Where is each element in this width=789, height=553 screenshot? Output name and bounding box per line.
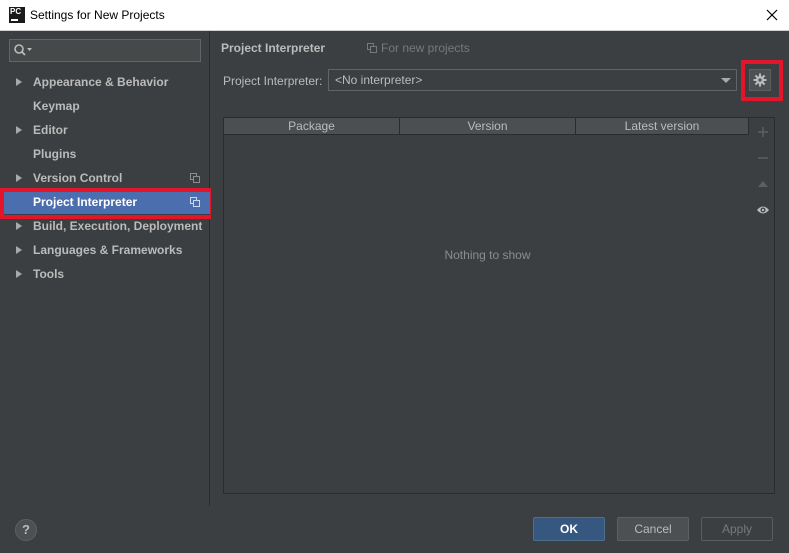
gear-icon [753, 73, 767, 87]
interpreter-value: <No interpreter> [335, 73, 423, 87]
sidebar-item-version-control[interactable]: Version Control [0, 166, 210, 190]
sidebar-item-project-interpreter[interactable]: Project Interpreter [0, 190, 210, 214]
table-header: Package Version Latest version [224, 118, 749, 135]
pycharm-logo-icon: PC [9, 7, 25, 23]
window-title: Settings for New Projects [30, 8, 165, 22]
interpreter-settings-button[interactable] [749, 69, 771, 91]
sidebar-item-appearance-behavior[interactable]: Appearance & Behavior [0, 70, 210, 94]
cancel-button[interactable]: Cancel [617, 517, 689, 541]
project-interpreter-panel: Project Interpreter For new projects Pro… [211, 31, 789, 506]
page-title: Project Interpreter [221, 41, 326, 55]
project-scope-icon [190, 173, 200, 183]
minus-icon[interactable] [756, 151, 770, 165]
expand-arrow-icon[interactable] [16, 246, 22, 254]
search-icon [14, 44, 32, 56]
dialog-footer: ? OK Cancel Apply [0, 506, 789, 553]
close-icon [766, 9, 778, 21]
ok-button[interactable]: OK [533, 517, 605, 541]
eye-icon[interactable] [756, 203, 770, 217]
plus-icon[interactable] [756, 125, 770, 139]
close-button[interactable] [763, 5, 781, 25]
sidebar-item-build-execution-deployment[interactable]: Build, Execution, Deployment [0, 214, 210, 238]
expand-arrow-icon[interactable] [16, 78, 22, 86]
settings-sidebar: Appearance & Behavior Keymap Editor Plug… [0, 31, 214, 506]
project-scope-icon [367, 43, 377, 53]
title-bar: PC Settings for New Projects [0, 0, 789, 31]
expand-arrow-icon[interactable] [16, 174, 22, 182]
expand-arrow-icon[interactable] [16, 126, 22, 134]
sidebar-item-keymap[interactable]: Keymap [0, 94, 210, 118]
help-button[interactable]: ? [15, 519, 37, 541]
project-scope-icon [190, 197, 200, 207]
column-header-version[interactable]: Version [400, 118, 576, 134]
table-toolbar [751, 118, 775, 493]
expand-arrow-icon[interactable] [16, 270, 22, 278]
column-header-latest-version[interactable]: Latest version [576, 118, 749, 134]
interpreter-label: Project Interpreter: [223, 74, 323, 88]
chevron-down-icon [721, 78, 731, 83]
sidebar-item-plugins[interactable]: Plugins [0, 142, 210, 166]
search-input[interactable] [9, 39, 201, 62]
interpreter-dropdown[interactable]: <No interpreter> [328, 69, 737, 91]
expand-arrow-icon[interactable] [16, 222, 22, 230]
column-header-package[interactable]: Package [224, 118, 400, 134]
apply-button[interactable]: Apply [701, 517, 773, 541]
packages-table: Package Version Latest version Nothing t… [223, 117, 775, 494]
sidebar-item-languages-frameworks[interactable]: Languages & Frameworks [0, 238, 210, 262]
sidebar-item-editor[interactable]: Editor [0, 118, 210, 142]
empty-table-message: Nothing to show [444, 248, 531, 262]
sidebar-item-tools[interactable]: Tools [0, 262, 210, 286]
up-arrow-icon[interactable] [756, 177, 770, 191]
